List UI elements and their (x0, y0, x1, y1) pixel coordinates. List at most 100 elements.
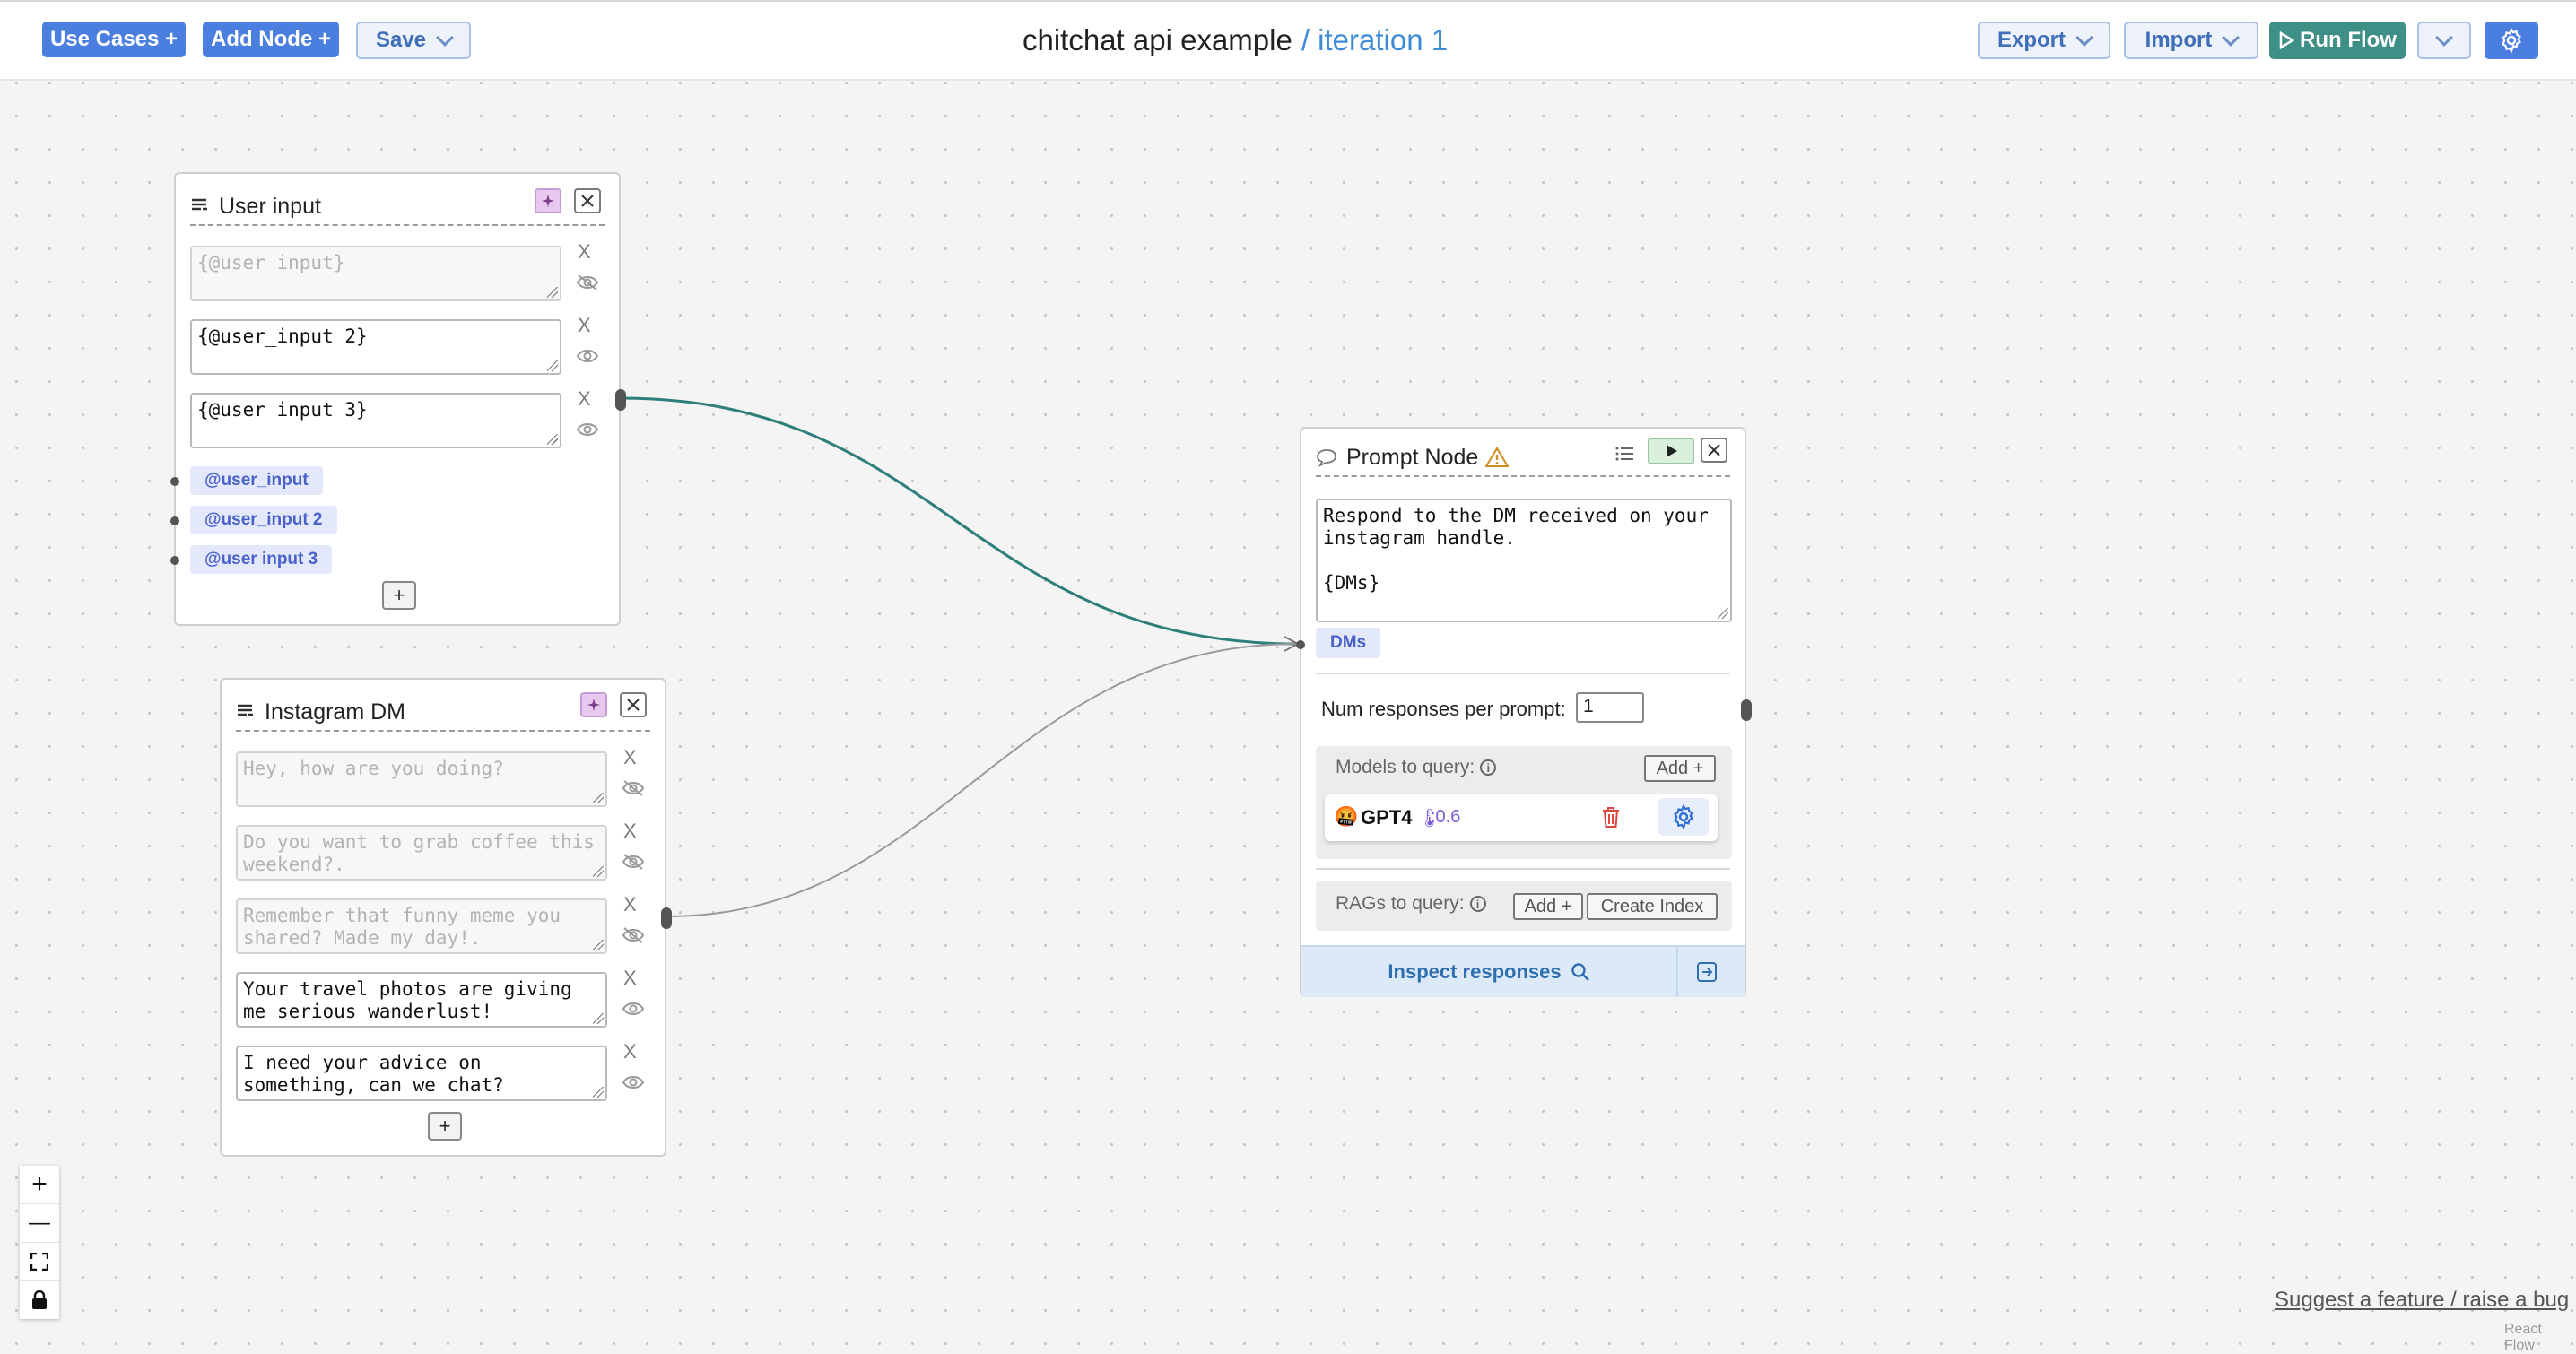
models-label: Models to query: i (1336, 757, 1497, 778)
resize-handle[interactable] (593, 1013, 604, 1024)
add-model-button[interactable]: Add + (1644, 755, 1716, 782)
fit-view-icon (30, 1253, 48, 1271)
field-value: Do you want to grab coffee this weekend?… (243, 831, 606, 875)
text-field-2[interactable]: {@user_input 2} (190, 319, 561, 375)
list-icon[interactable] (1615, 445, 1635, 463)
text-field-3[interactable]: {@user input 3} (190, 393, 561, 448)
resize-handle[interactable] (547, 287, 558, 298)
zoom-controls: + — (20, 1166, 59, 1319)
input-handle[interactable] (1296, 640, 1305, 649)
eye-off-icon[interactable] (576, 274, 599, 291)
prompt-textarea[interactable]: Respond to the DM received on your insta… (1316, 499, 1732, 622)
remove-field-button[interactable]: X (623, 1040, 637, 1063)
close-icon (581, 195, 594, 207)
model-temperature: :0.6 (1431, 807, 1461, 827)
variable-tag-dms[interactable]: DMs (1316, 628, 1381, 658)
add-rag-button[interactable]: Add + (1513, 893, 1583, 920)
close-icon (1708, 444, 1720, 456)
node-output-handle[interactable] (615, 389, 626, 411)
eye-off-icon[interactable] (622, 854, 645, 870)
close-node-button[interactable] (620, 692, 647, 717)
variable-tag[interactable]: @user_input 2 (190, 506, 337, 534)
output-handle[interactable] (170, 477, 179, 486)
num-responses-label: Num responses per prompt: (1321, 698, 1566, 720)
open-inspector-icon[interactable] (1696, 961, 1718, 983)
remove-field-button[interactable]: X (578, 387, 591, 411)
eye-icon[interactable] (576, 421, 599, 438)
rags-panel: RAGs to query: i Add + Create Index (1316, 881, 1732, 931)
inspect-bar: Inspect responses (1301, 945, 1745, 997)
field-value: {@user input 3} (197, 399, 368, 421)
eye-off-icon[interactable] (622, 780, 645, 796)
remove-field-button[interactable]: X (578, 314, 591, 337)
models-panel: Models to query: i Add + 🤬 GPT4 🌡 :0.6 (1316, 746, 1732, 859)
sparkle-icon (542, 195, 554, 207)
text-fields-icon (238, 704, 253, 716)
resize-handle[interactable] (593, 866, 604, 877)
info-icon[interactable]: i (1480, 759, 1497, 776)
run-node-button[interactable] (1648, 438, 1694, 464)
lock-button[interactable] (20, 1281, 59, 1319)
info-icon[interactable]: i (1469, 896, 1486, 912)
resize-handle[interactable] (1718, 608, 1728, 619)
remove-field-button[interactable]: X (623, 967, 637, 990)
instagram-dm-node[interactable]: Instagram DM Hey, how are you doing? X D… (220, 678, 672, 1157)
text-field-3[interactable]: Remember that funny meme you shared? Mad… (236, 898, 607, 954)
model-card-gpt4[interactable]: 🤬 GPT4 🌡 :0.6 (1325, 794, 1718, 841)
suggest-feature-link[interactable]: Suggest a feature / raise a bug (2275, 1288, 2569, 1313)
eye-icon[interactable] (622, 1074, 645, 1090)
close-icon (627, 699, 640, 711)
prompt-node[interactable]: Prompt Node Respond to the DM received o… (1296, 427, 1752, 997)
remove-field-button[interactable]: X (578, 240, 591, 264)
resize-handle[interactable] (593, 940, 604, 950)
trash-icon[interactable] (1601, 806, 1621, 829)
text-field-1[interactable]: Hey, how are you doing? (236, 751, 607, 807)
edge-instagram-to-prompt[interactable] (666, 643, 1299, 917)
field-value: {@user_input} (197, 252, 345, 273)
node-output-handle[interactable] (1741, 699, 1752, 721)
model-settings-button[interactable] (1658, 798, 1709, 836)
node-output-handle[interactable] (661, 907, 672, 929)
num-responses-input[interactable]: 1 (1576, 692, 1644, 723)
remove-field-button[interactable]: X (623, 820, 637, 843)
resize-handle[interactable] (547, 360, 558, 371)
ai-generate-button[interactable] (580, 692, 607, 717)
node-title: User input (219, 193, 321, 219)
field-value: I need your advice on something, can we … (243, 1052, 504, 1096)
lock-icon (32, 1290, 47, 1309)
create-index-button[interactable]: Create Index (1587, 893, 1718, 920)
zoom-in-button[interactable]: + (20, 1166, 59, 1204)
zoom-out-button[interactable]: — (20, 1204, 59, 1243)
inspect-label: Inspect responses (1388, 960, 1562, 983)
output-handle[interactable] (170, 556, 179, 565)
fit-view-button[interactable] (20, 1243, 59, 1281)
warning-icon[interactable] (1485, 447, 1510, 468)
text-field-5[interactable]: I need your advice on something, can we … (236, 1046, 607, 1101)
react-flow-attribution[interactable]: React Flow (2504, 1322, 2576, 1354)
text-field-4[interactable]: Your travel photos are giving me serious… (236, 972, 607, 1028)
remove-field-button[interactable]: X (623, 746, 637, 769)
prompt-text: Respond to the DM received on your insta… (1323, 505, 1709, 594)
resize-handle[interactable] (547, 434, 558, 445)
variable-tag[interactable]: @user_input (190, 466, 323, 495)
resize-handle[interactable] (593, 1087, 604, 1098)
text-field-1[interactable]: {@user_input} (190, 246, 561, 301)
variable-tag[interactable]: @user input 3 (190, 545, 333, 574)
remove-field-button[interactable]: X (623, 893, 637, 916)
add-field-button[interactable]: + (382, 581, 416, 610)
user-input-node[interactable]: User input {@user_input} X {@user_input … (170, 172, 626, 626)
gear-icon (1674, 803, 1693, 830)
resize-handle[interactable] (593, 793, 604, 803)
close-node-button[interactable] (574, 188, 601, 213)
output-handle[interactable] (170, 516, 179, 525)
ai-generate-button[interactable] (535, 188, 561, 213)
edge-user-input-to-prompt[interactable] (620, 396, 1299, 646)
text-field-2[interactable]: Do you want to grab coffee this weekend?… (236, 825, 607, 881)
eye-icon[interactable] (622, 1001, 645, 1017)
eye-off-icon[interactable] (622, 927, 645, 943)
add-field-button[interactable]: + (428, 1112, 462, 1141)
close-node-button[interactable] (1701, 438, 1727, 463)
eye-icon[interactable] (576, 348, 599, 364)
models-label-text: Models to query: (1336, 757, 1475, 777)
inspect-responses-button[interactable]: Inspect responses (1301, 947, 1678, 997)
